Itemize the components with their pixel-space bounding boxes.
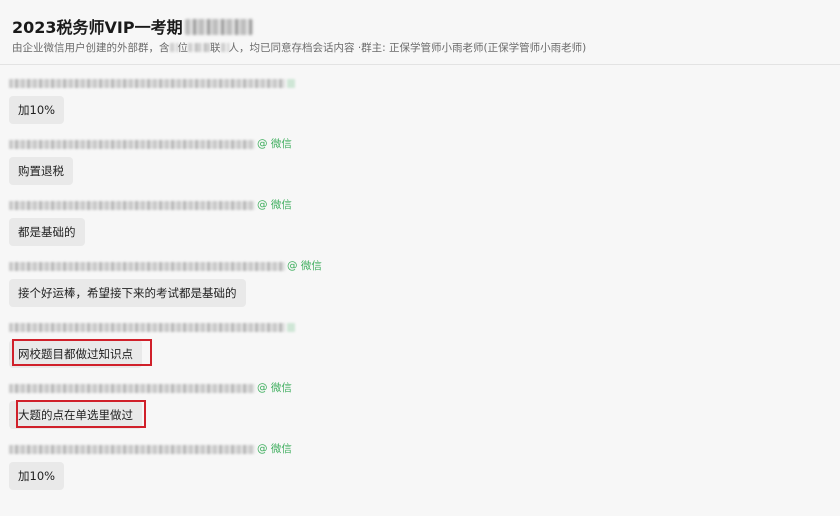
message-source: @ 微信 <box>257 382 292 394</box>
message-meta: @ 微信 <box>9 198 292 212</box>
redacted-sender-info <box>9 78 285 88</box>
message-source: @ 微信 <box>257 199 292 211</box>
message-meta: @ 微信 <box>9 381 292 395</box>
subtitle-prefix: 由企业微信用户创建的外部群，含 <box>12 42 170 54</box>
redacted-sender-info <box>9 444 255 454</box>
subtitle-mid2: 联 <box>210 42 221 54</box>
redacted-source <box>287 78 295 88</box>
redacted-count-2 <box>220 43 229 52</box>
redacted-count <box>169 43 178 52</box>
message-meta <box>9 76 297 90</box>
message-bubble[interactable]: 购置退税 <box>9 157 73 185</box>
redacted-sender-info <box>9 322 285 332</box>
group-subtitle: 由企业微信用户创建的外部群，含位 联人，均已同意存档会话内容 ·群主: 正保学管师… <box>12 40 586 55</box>
redacted-sender-info <box>9 139 255 149</box>
message-meta: @ 微信 <box>9 442 292 456</box>
message-bubble[interactable]: 加10% <box>9 96 65 124</box>
subtitle-suffix: 人，均已同意存档会话内容 ·群主: 正保学管师小雨老师(正保学管师小雨老师) <box>228 42 587 54</box>
redacted-sender-info <box>9 200 255 210</box>
highlight-box <box>12 339 152 366</box>
redacted-title-suffix <box>184 19 253 35</box>
redacted-sender-info <box>9 383 255 393</box>
message-source: @ 微信 <box>287 260 322 272</box>
redacted-source <box>287 322 295 332</box>
highlight-box <box>16 400 146 428</box>
subtitle-mid: 位 <box>177 42 189 54</box>
message-source: @ 微信 <box>257 138 292 150</box>
message-bubble[interactable]: 都是基础的 <box>9 218 85 246</box>
redacted-contacts <box>188 43 210 52</box>
message-source: @ 微信 <box>257 443 292 455</box>
message-meta: @ 微信 <box>9 259 322 273</box>
group-title-text: 2023税务师VIP一考期 <box>12 18 183 37</box>
message-meta: @ 微信 <box>9 137 292 151</box>
group-title: 2023税务师VIP一考期 <box>12 14 253 38</box>
message-meta <box>9 320 297 334</box>
redacted-sender-info <box>9 261 285 271</box>
chat-header: 2023税务师VIP一考期 由企业微信用户创建的外部群，含位 联人，均已同意存档会… <box>0 0 840 65</box>
message-bubble[interactable]: 加10% <box>9 462 65 490</box>
message-bubble[interactable]: 接个好运棒，希望接下来的考试都是基础的 <box>9 279 246 307</box>
